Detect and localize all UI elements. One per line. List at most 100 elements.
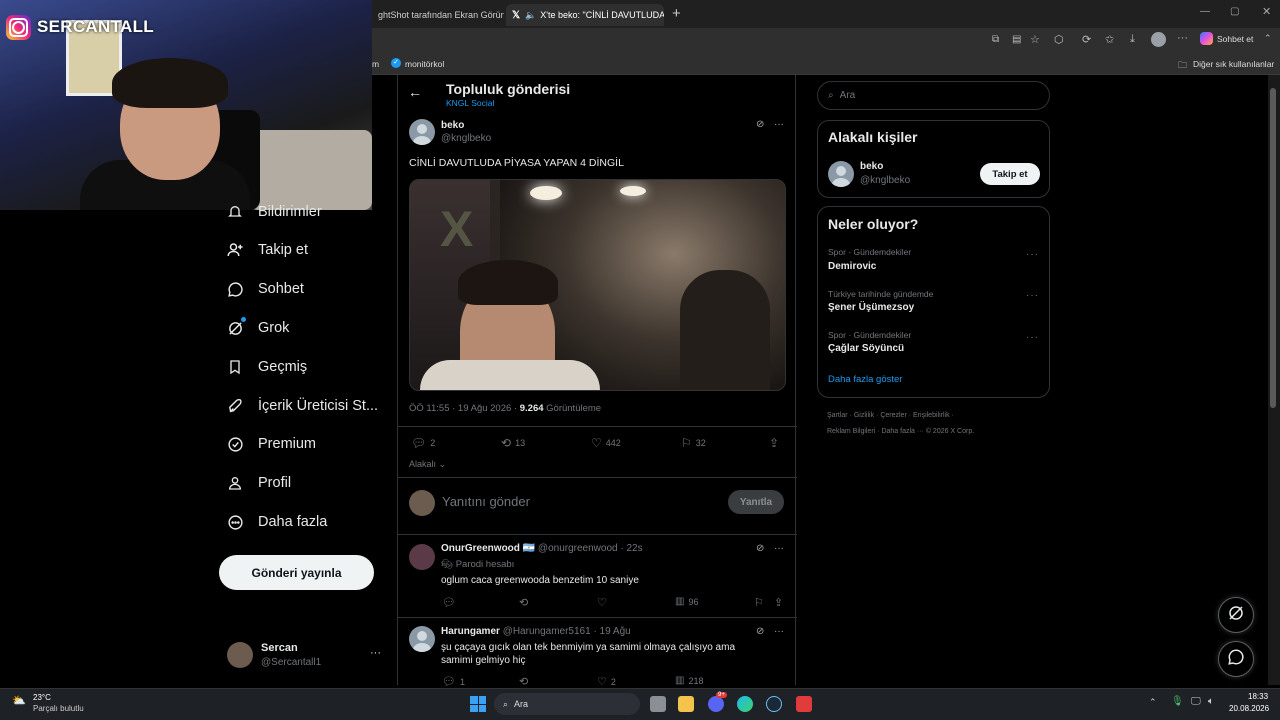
- clock-date[interactable]: 20.08.2026: [1229, 704, 1269, 713]
- post-author-avatar[interactable]: [409, 119, 435, 145]
- clock-time[interactable]: 18:33: [1248, 692, 1268, 701]
- start-button[interactable]: [470, 696, 486, 712]
- footer-link[interactable]: Gizlilik: [854, 412, 874, 419]
- extensions-icon[interactable]: ⬡: [1054, 33, 1064, 46]
- weather-temp[interactable]: 23°C: [33, 693, 51, 702]
- views-action[interactable]: ▥ 218: [675, 675, 703, 686]
- post-video[interactable]: X: [409, 179, 786, 391]
- browser-tab-x[interactable]: 𝕏 🔈 X'te beko: "CİNLİ DAVUTLUDA ✕: [506, 4, 664, 26]
- reply-input[interactable]: Yanıtını gönder: [442, 494, 530, 509]
- footer-link[interactable]: Çerezler: [880, 412, 906, 419]
- bookmark-monitorkol[interactable]: monitörkol: [405, 59, 444, 69]
- minimize-icon[interactable]: —: [1200, 6, 1210, 17]
- post-more-icon[interactable]: ···: [774, 119, 784, 130]
- app-icon[interactable]: [796, 696, 812, 712]
- reply-action[interactable]: 💬︎ 2: [411, 436, 435, 450]
- close-window-icon[interactable]: ✕: [1262, 5, 1271, 18]
- reply-more-icon[interactable]: ···: [774, 626, 784, 637]
- copilot-button[interactable]: Sohbet et: [1200, 32, 1253, 45]
- person-avatar[interactable]: [828, 161, 854, 187]
- reply-author-name[interactable]: Harungamer: [441, 626, 500, 637]
- search-input[interactable]: ⌕ Ara: [817, 81, 1050, 110]
- bookmark-item[interactable]: m: [372, 59, 379, 69]
- trend-more-icon[interactable]: ···: [1026, 290, 1039, 301]
- trend-item[interactable]: Demirovic: [828, 261, 876, 272]
- steam-icon[interactable]: [766, 696, 782, 712]
- community-link[interactable]: KNGL Social: [446, 98, 494, 108]
- footer-link[interactable]: Reklam Bilgileri: [827, 428, 875, 435]
- other-bookmarks[interactable]: Diğer sık kullanılanlar: [1193, 59, 1274, 69]
- grok-explain-icon[interactable]: ⊘: [756, 626, 764, 637]
- trend-item[interactable]: Çağlar Söyüncü: [828, 343, 904, 354]
- discord-icon[interactable]: [708, 696, 724, 712]
- reply-button[interactable]: Yanıtla: [728, 490, 784, 514]
- sidebar-toggle-icon[interactable]: ⌃: [1264, 33, 1272, 44]
- share-action[interactable]: ⇪: [774, 596, 783, 609]
- post-timestamp[interactable]: ÖÖ 11:55 · 19 Ağu 2026 ·: [409, 403, 520, 414]
- edge-icon[interactable]: [737, 696, 753, 712]
- person-name[interactable]: beko: [860, 161, 883, 172]
- messages-fab[interactable]: [1218, 641, 1254, 677]
- network-icon[interactable]: 🖵︎: [1191, 696, 1201, 707]
- repost-action[interactable]: ⟲ 13: [501, 436, 525, 450]
- scrollbar-thumb[interactable]: [1270, 88, 1276, 408]
- nav-notifications[interactable]: Bildirimler: [226, 200, 322, 224]
- like-action[interactable]: ♡ 2: [597, 675, 616, 688]
- microphone-icon[interactable]: 🎙︎: [1171, 696, 1184, 707]
- nav-premium[interactable]: Premium: [226, 432, 316, 456]
- volume-icon[interactable]: 🔈︎: [1208, 696, 1214, 707]
- split-screen-icon[interactable]: ⧉: [992, 34, 999, 45]
- follow-button[interactable]: Takip et: [980, 163, 1040, 185]
- speaker-icon[interactable]: 🔈: [525, 10, 536, 21]
- taskbar-search[interactable]: ⌕ Ara: [494, 693, 640, 715]
- nav-history[interactable]: Geçmiş: [226, 355, 307, 379]
- account-more-icon[interactable]: ···: [370, 647, 381, 659]
- footer-link[interactable]: Erişilebilirlik: [913, 412, 950, 419]
- reply-author-avatar[interactable]: [409, 544, 435, 570]
- reader-icon[interactable]: ▤: [1012, 34, 1021, 45]
- download-icon[interactable]: ⤓: [1130, 33, 1135, 46]
- trend-more-icon[interactable]: ···: [1026, 249, 1039, 260]
- views-action[interactable]: ▥ 96: [675, 596, 698, 607]
- footer-link[interactable]: Şartlar: [827, 412, 848, 419]
- profile-avatar[interactable]: [1151, 32, 1166, 47]
- share-action[interactable]: ⇪: [769, 436, 779, 450]
- maximize-icon[interactable]: ▢: [1230, 6, 1239, 17]
- back-arrow-icon[interactable]: ←: [408, 84, 422, 100]
- browser-tab-lightshot[interactable]: ghtShot tarafından Ekran Görünt: [372, 4, 504, 26]
- sort-replies-dropdown[interactable]: Alakalı ⌄: [409, 459, 446, 470]
- account-name[interactable]: Sercan: [261, 642, 298, 654]
- tray-chevron-icon[interactable]: ⌃: [1149, 697, 1157, 708]
- post-author-name[interactable]: beko: [441, 120, 464, 131]
- repost-action[interactable]: ⟲: [519, 675, 528, 688]
- repost-action[interactable]: ⟲: [519, 596, 528, 609]
- task-view-icon[interactable]: [650, 696, 666, 712]
- reply-author-avatar[interactable]: [409, 626, 435, 652]
- nav-grok[interactable]: Grok: [226, 316, 289, 340]
- reply-author-name[interactable]: OnurGreenwood: [441, 543, 520, 554]
- post-button[interactable]: Gönderi yayınla: [219, 555, 374, 590]
- bookmark-action[interactable]: ⚐: [754, 596, 764, 609]
- file-explorer-icon[interactable]: [678, 696, 694, 712]
- reply-action[interactable]: 💬︎: [442, 596, 456, 609]
- grok-fab[interactable]: [1218, 597, 1254, 633]
- favorite-star-icon[interactable]: ☆: [1030, 33, 1040, 46]
- new-tab-icon[interactable]: +: [672, 5, 681, 22]
- nav-creator-studio[interactable]: İçerik Üreticisi St...: [226, 394, 378, 418]
- grok-explain-icon[interactable]: ⊘: [756, 119, 764, 130]
- nav-profile[interactable]: Profil: [226, 471, 291, 495]
- nav-chat[interactable]: Sohbet: [226, 277, 304, 301]
- favorites-icon[interactable]: ✩: [1105, 33, 1114, 46]
- post-author-handle[interactable]: @knglbeko: [441, 133, 491, 144]
- nav-follow[interactable]: Takip et: [226, 238, 308, 262]
- reply-more-icon[interactable]: ···: [774, 543, 784, 554]
- reply-action[interactable]: 💬︎ 1: [442, 675, 465, 688]
- collections-icon[interactable]: ⟳: [1082, 33, 1091, 46]
- trend-more-icon[interactable]: ···: [1026, 332, 1039, 343]
- more-menu-icon[interactable]: ···: [1177, 32, 1188, 44]
- grok-explain-icon[interactable]: ⊘: [756, 543, 764, 554]
- like-action[interactable]: ♡: [597, 596, 607, 609]
- show-more-link[interactable]: Daha fazla göster: [828, 374, 902, 385]
- footer-link[interactable]: Daha fazla ···: [881, 428, 923, 435]
- like-action[interactable]: ♡ 442: [591, 436, 621, 450]
